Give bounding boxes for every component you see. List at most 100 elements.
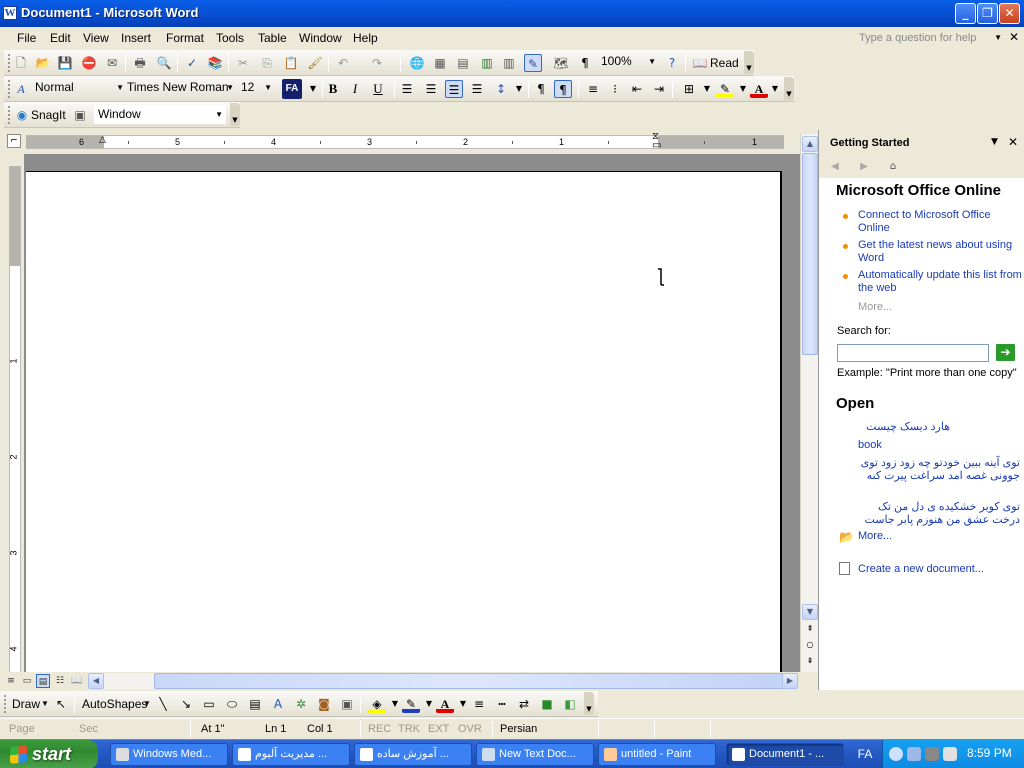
chevron-down-icon[interactable]: ▼ (116, 79, 124, 96)
tray-app-icon[interactable] (925, 747, 939, 761)
increase-indent-icon[interactable]: ⇥ (650, 80, 668, 98)
link-connect-online[interactable]: Connect to Microsoft Office Online (858, 209, 1023, 235)
ltr-direction-icon[interactable]: ¶ (532, 80, 550, 98)
rtl-direction-icon[interactable]: ¶ (554, 80, 572, 98)
spelling-icon[interactable]: ✓ (183, 54, 201, 72)
new-document-icon[interactable]: 🗋 (12, 54, 30, 72)
scroll-down-button[interactable]: ▼ (802, 604, 818, 620)
link-auto-update[interactable]: Automatically update this list from the … (858, 269, 1023, 295)
align-center-icon[interactable]: ☰ (422, 80, 440, 98)
line-icon[interactable]: ╲ (154, 695, 172, 713)
create-new-document-link[interactable]: Create a new document... (858, 563, 1023, 576)
bold-button[interactable]: B (324, 80, 342, 98)
network-icon[interactable] (907, 747, 921, 761)
numbering-icon[interactable]: ≡ (584, 80, 602, 98)
menu-file[interactable]: File (17, 31, 36, 45)
chevron-down-icon[interactable]: ▼ (994, 29, 1002, 47)
font-color-icon[interactable]: A (436, 695, 454, 713)
align-right-icon[interactable]: ☰ (445, 80, 463, 98)
taskbar-button-paint[interactable]: untitled - Paint (598, 743, 716, 766)
3d-style-icon[interactable]: ◧ (561, 695, 579, 713)
language-indicator[interactable]: FA (852, 743, 878, 765)
search-input[interactable] (837, 344, 989, 362)
status-column[interactable]: Col 1 (307, 723, 333, 735)
justify-icon[interactable]: ☰ (468, 80, 486, 98)
format-painter-icon[interactable]: 🖌 (306, 54, 324, 72)
search-go-button[interactable]: ➔ (996, 344, 1015, 361)
status-ovr[interactable]: OVR (458, 723, 482, 735)
minimize-button[interactable]: _ (955, 3, 976, 24)
chevron-down-icon[interactable]: ▼ (143, 699, 151, 708)
show-hide-icon[interactable]: ¶ (576, 54, 594, 72)
capture-mode-select[interactable]: Window ▼ (94, 105, 226, 124)
browse-object-icon[interactable]: ○ (802, 638, 818, 654)
chevron-down-icon[interactable]: ▼ (766, 80, 784, 98)
toolbar-options-icon[interactable]: ▼ (584, 692, 594, 715)
left-indent-marker[interactable]: △ (99, 135, 106, 145)
scroll-right-button[interactable]: ▶ (782, 673, 798, 689)
toolbar-grip[interactable] (4, 695, 7, 713)
more-files-link[interactable]: More... (858, 530, 1023, 543)
toolbar-options-icon[interactable]: ▼ (784, 77, 794, 100)
recent-file-link[interactable]: book (858, 439, 1023, 452)
toolbar-options-icon[interactable]: ▼ (230, 103, 240, 126)
status-language[interactable]: Persian (500, 723, 537, 735)
chevron-down-icon[interactable]: ▼ (991, 137, 998, 147)
read-icon[interactable]: 📖 (691, 54, 709, 72)
save-icon[interactable]: 💾 (56, 54, 74, 72)
tray-chevron-icon[interactable] (889, 747, 903, 761)
chevron-down-icon[interactable]: ▼ (304, 80, 322, 98)
status-page[interactable]: Page (9, 723, 35, 735)
permission-icon[interactable]: ⛔ (80, 54, 98, 72)
toolbar-options-icon[interactable]: ▼ (744, 51, 754, 74)
diagram-icon[interactable]: ✲ (292, 695, 310, 713)
chevron-down-icon[interactable]: ▼ (41, 699, 49, 708)
volume-icon[interactable] (943, 747, 957, 761)
taskbar-button-media-player[interactable]: Windows Med... (110, 743, 228, 766)
taskbar-button-word[interactable]: Document1 - ... (726, 743, 844, 766)
line-color-icon[interactable]: ✎ (402, 695, 420, 713)
scroll-left-button[interactable]: ◀ (88, 673, 104, 689)
arrow-style-icon[interactable]: ⇄ (515, 695, 533, 713)
chevron-down-icon[interactable]: ▼ (226, 79, 234, 96)
vertical-ruler[interactable]: 1 2 3 4 (0, 154, 24, 674)
taskbar-button-album[interactable]: مدیریت آلبوم ... (232, 743, 350, 766)
taskbar-button-tutorial[interactable]: آموزش ساده ... (354, 743, 472, 766)
status-trk[interactable]: TRK (398, 723, 420, 735)
wordart-icon[interactable]: A (269, 695, 287, 713)
status-section[interactable]: Sec (79, 723, 98, 735)
toolbar-grip[interactable] (8, 106, 11, 124)
redo-icon[interactable]: ↷ (368, 54, 386, 72)
horizontal-scrollbar[interactable]: ◀ ▶ (88, 673, 798, 689)
email-icon[interactable]: ✉ (103, 54, 121, 72)
task-pane-title[interactable]: Getting Started (830, 137, 909, 149)
read-button[interactable]: Read (710, 54, 744, 72)
title-bar[interactable]: W Document1 - Microsoft Word _ ❐ ✕ (0, 0, 1024, 27)
print-preview-icon[interactable]: 🔍 (155, 54, 173, 72)
status-at[interactable]: At 1" (201, 723, 224, 735)
close-button[interactable]: ✕ (999, 3, 1020, 24)
link-latest-news[interactable]: Get the latest news about using Word (858, 239, 1023, 265)
recent-file-link[interactable]: توی آینه ببین خودتو چه زود زود توی جوونی… (858, 457, 1020, 483)
styles-icon[interactable]: A (12, 80, 30, 98)
font-size-select[interactable]: 12 ▼ (238, 79, 274, 98)
rectangle-icon[interactable]: ▭ (200, 695, 218, 713)
dash-style-icon[interactable]: ┅ (493, 695, 511, 713)
insert-excel-icon[interactable]: ▥ (478, 54, 496, 72)
menu-format[interactable]: Format (166, 31, 204, 45)
line-spacing-icon[interactable]: ↕ (492, 80, 510, 98)
menu-table[interactable]: Table (258, 31, 287, 45)
underline-button[interactable]: U (369, 80, 387, 98)
bullets-icon[interactable]: ⁝ (606, 80, 624, 98)
menu-help[interactable]: Help (353, 31, 378, 45)
toolbar-grip[interactable] (8, 54, 11, 72)
status-line[interactable]: Ln 1 (265, 723, 286, 735)
columns-icon[interactable]: ▥ (500, 54, 518, 72)
undo-icon[interactable]: ↶ (334, 54, 352, 72)
chevron-down-icon[interactable]: ▼ (215, 106, 223, 123)
italic-button[interactable]: I (346, 80, 364, 98)
clock[interactable]: 8:59 PM (967, 746, 1012, 760)
insert-picture-icon[interactable]: ▣ (338, 695, 356, 713)
close-document-icon[interactable]: ✕ (1009, 30, 1019, 44)
more-online-link[interactable]: More... (858, 301, 892, 313)
